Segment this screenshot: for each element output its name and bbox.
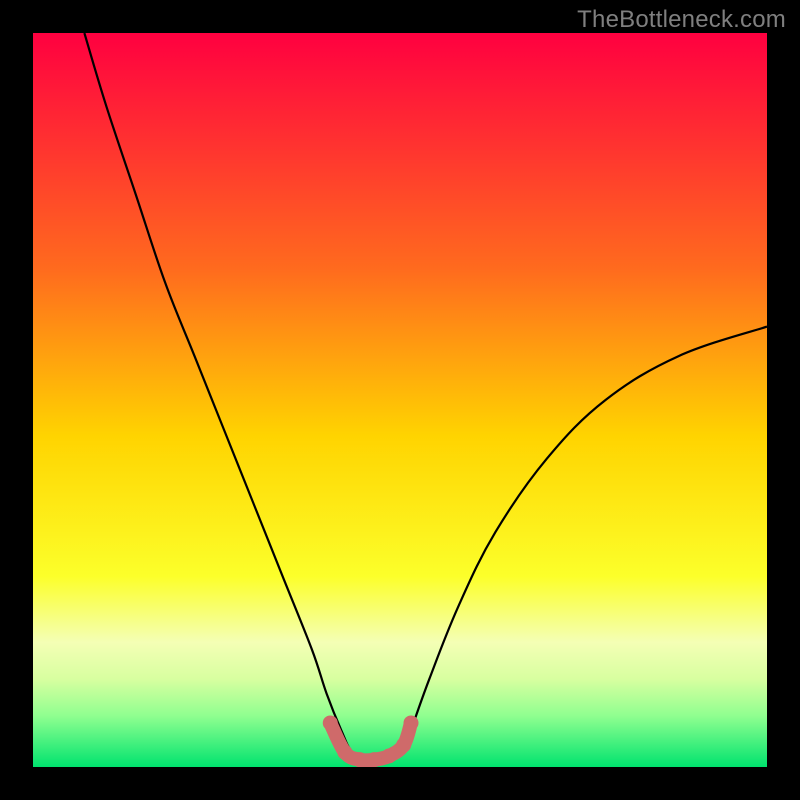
plot-area bbox=[33, 33, 767, 767]
chart-frame: TheBottleneck.com bbox=[0, 0, 800, 800]
chart-svg bbox=[33, 33, 767, 767]
gradient-background bbox=[33, 33, 767, 767]
watermark-text: TheBottleneck.com bbox=[577, 6, 786, 34]
